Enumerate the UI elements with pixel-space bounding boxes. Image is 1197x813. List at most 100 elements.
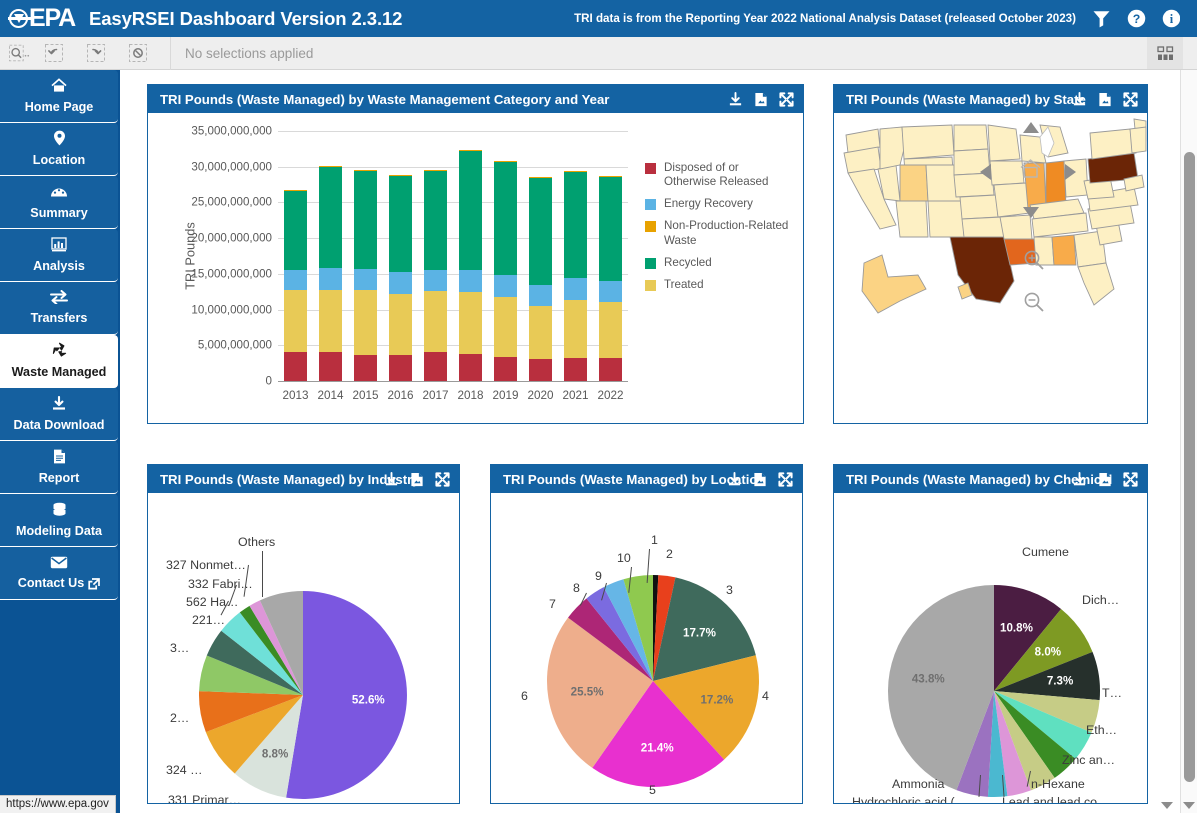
map-zoom-in-icon[interactable] bbox=[1023, 249, 1045, 271]
bar-column[interactable] bbox=[564, 131, 587, 381]
sidebar-item-modeling-data[interactable]: Modeling Data bbox=[0, 494, 118, 547]
bar-segment[interactable] bbox=[529, 359, 552, 381]
bar-segment[interactable] bbox=[354, 269, 377, 290]
map-pan-right-icon[interactable] bbox=[1065, 164, 1076, 180]
bar-segment[interactable] bbox=[354, 290, 377, 355]
map-state-nd[interactable] bbox=[954, 125, 988, 151]
bar-segment[interactable] bbox=[494, 297, 517, 356]
bar-segment[interactable] bbox=[459, 292, 482, 354]
download-icon[interactable] bbox=[1072, 92, 1087, 107]
snapshot-icon[interactable] bbox=[1098, 92, 1112, 107]
map-home-icon[interactable] bbox=[1019, 158, 1042, 179]
bar-segment[interactable] bbox=[459, 150, 482, 270]
bar-column[interactable] bbox=[354, 131, 377, 381]
step-back-icon[interactable] bbox=[40, 42, 68, 64]
bar-column[interactable] bbox=[494, 131, 517, 381]
by-industry-pie-svg[interactable] bbox=[148, 493, 459, 803]
map-state-fl[interactable] bbox=[1078, 263, 1114, 305]
bar-segment[interactable] bbox=[389, 294, 412, 355]
sidebar-item-location[interactable]: Location bbox=[0, 123, 118, 176]
bar-column[interactable] bbox=[284, 131, 307, 381]
map-state-ak[interactable] bbox=[862, 255, 926, 313]
bar-segment[interactable] bbox=[599, 281, 622, 303]
snapshot-icon[interactable] bbox=[1098, 472, 1112, 487]
legend-item[interactable]: Disposed of or Otherwise Released bbox=[645, 161, 794, 189]
map-pan-down-icon[interactable] bbox=[1023, 207, 1039, 218]
sidebar-item-data-download[interactable]: Data Download bbox=[0, 388, 118, 441]
map-state-in[interactable] bbox=[1046, 161, 1066, 207]
bar-segment[interactable] bbox=[424, 270, 447, 291]
help-icon[interactable]: ? bbox=[1127, 9, 1146, 28]
sidebar-item-transfers[interactable]: Transfers bbox=[0, 282, 118, 335]
legend-item[interactable]: Treated bbox=[645, 278, 794, 292]
sidebar-item-report[interactable]: Report bbox=[0, 441, 118, 494]
fullscreen-icon[interactable] bbox=[435, 472, 450, 487]
fullscreen-icon[interactable] bbox=[778, 472, 793, 487]
fullscreen-icon[interactable] bbox=[1123, 472, 1138, 487]
bar-column[interactable] bbox=[599, 131, 622, 381]
sidebar-item-analysis[interactable]: Analysis bbox=[0, 229, 118, 282]
step-forward-icon[interactable] bbox=[82, 42, 110, 64]
bar-segment[interactable] bbox=[494, 357, 517, 382]
bar-segment[interactable] bbox=[284, 290, 307, 353]
bar-segment[interactable] bbox=[459, 270, 482, 292]
sidebar-item-home-page[interactable]: Home Page bbox=[0, 70, 118, 123]
map-state-ar[interactable] bbox=[1000, 215, 1032, 239]
bar-segment[interactable] bbox=[284, 190, 307, 192]
scroll-down-arrow-left[interactable] bbox=[1161, 802, 1173, 809]
map-state-ut[interactable] bbox=[900, 165, 928, 201]
bar-segment[interactable] bbox=[424, 170, 447, 270]
map-zoom-out-icon[interactable] bbox=[1023, 291, 1045, 313]
download-icon[interactable] bbox=[1072, 472, 1087, 487]
scroll-down-arrow-right[interactable] bbox=[1183, 802, 1195, 809]
map-state-mn[interactable] bbox=[988, 125, 1020, 161]
fullscreen-icon[interactable] bbox=[1123, 92, 1138, 107]
bar-segment[interactable] bbox=[354, 355, 377, 381]
download-icon[interactable] bbox=[384, 472, 399, 487]
map-pan-up-icon[interactable] bbox=[1023, 122, 1039, 133]
bar-segment[interactable] bbox=[564, 171, 587, 172]
bar-segment[interactable] bbox=[564, 358, 587, 381]
bar-segment[interactable] bbox=[319, 352, 342, 381]
selection-search-icon[interactable] bbox=[6, 42, 34, 64]
snapshot-icon[interactable] bbox=[753, 472, 767, 487]
chemical-pie-chart[interactable]: 10.8%8.0%7.3%43.8%CumeneDich…T…Eth…Zinc … bbox=[834, 493, 1147, 803]
bar-segment[interactable] bbox=[529, 285, 552, 306]
bar-column[interactable] bbox=[529, 131, 552, 381]
bar-segment[interactable] bbox=[354, 170, 377, 269]
bar-segment[interactable] bbox=[389, 355, 412, 381]
grid-view-icon[interactable] bbox=[1147, 37, 1183, 69]
map-state-mt[interactable] bbox=[902, 125, 954, 159]
bar-column[interactable] bbox=[424, 131, 447, 381]
sidebar-item-contact-us[interactable]: Contact Us bbox=[0, 547, 118, 600]
snapshot-icon[interactable] bbox=[754, 92, 768, 107]
bar-chart[interactable]: TRI Pounds05,000,000,00010,000,000,00015… bbox=[148, 113, 803, 423]
location-pie-chart[interactable]: 17.7%17.2%21.4%25.5%12345678910 bbox=[491, 493, 802, 803]
bar-segment[interactable] bbox=[564, 300, 587, 357]
map-state-nm[interactable] bbox=[928, 201, 964, 237]
bar-segment[interactable] bbox=[284, 191, 307, 270]
map-state-id[interactable] bbox=[880, 127, 904, 169]
bar-segment[interactable] bbox=[319, 290, 342, 351]
filter-icon[interactable] bbox=[1092, 9, 1111, 28]
map-state-ok[interactable] bbox=[962, 217, 1004, 237]
us-choropleth-map[interactable] bbox=[834, 113, 1147, 423]
snapshot-icon[interactable] bbox=[410, 472, 424, 487]
map-state-al[interactable] bbox=[1052, 235, 1076, 265]
us-map-svg[interactable] bbox=[834, 113, 1147, 423]
bar-segment[interactable] bbox=[319, 166, 342, 268]
map-state-new-eng[interactable] bbox=[1130, 127, 1146, 153]
bar-segment[interactable] bbox=[389, 272, 412, 294]
bar-segment[interactable] bbox=[424, 291, 447, 353]
bar-segment[interactable] bbox=[284, 352, 307, 381]
bar-segment[interactable] bbox=[564, 171, 587, 278]
download-icon[interactable] bbox=[728, 92, 743, 107]
bar-column[interactable] bbox=[389, 131, 412, 381]
vertical-scrollbar-thumb[interactable] bbox=[1184, 152, 1195, 782]
bar-column[interactable] bbox=[459, 131, 482, 381]
map-pan-left-icon[interactable] bbox=[980, 164, 991, 180]
legend-item[interactable]: Non-Production-Related Waste bbox=[645, 219, 794, 247]
bar-segment[interactable] bbox=[389, 175, 412, 272]
legend-item[interactable]: Recycled bbox=[645, 256, 794, 270]
bar-segment[interactable] bbox=[599, 302, 622, 358]
